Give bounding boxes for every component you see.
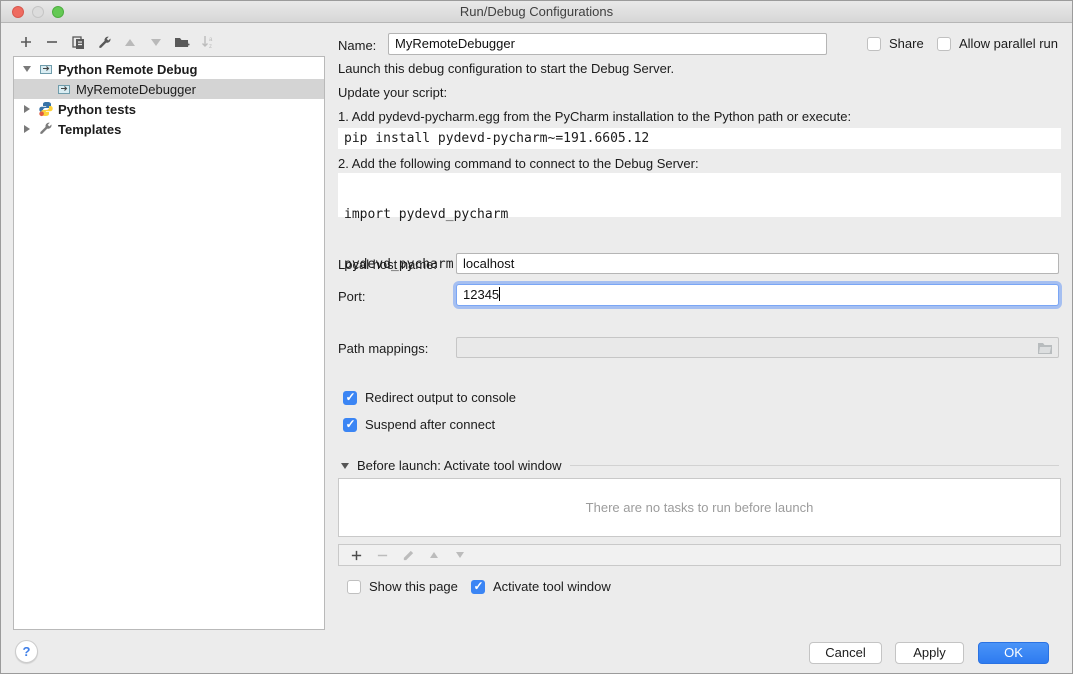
suspend-after-row: Suspend after connect — [343, 417, 495, 432]
chevron-down-icon[interactable] — [341, 463, 349, 469]
before-launch-task-list[interactable]: There are no tasks to run before launch — [338, 478, 1061, 537]
port-value: 12345 — [463, 287, 499, 302]
move-up-icon — [125, 39, 135, 46]
tree-item-label: MyRemoteDebugger — [76, 82, 196, 97]
remove-icon — [45, 35, 59, 49]
share-checkbox-row: Share — [867, 36, 924, 51]
path-mappings-label: Path mappings: — [338, 341, 428, 356]
redirect-output-checkbox[interactable] — [343, 391, 357, 405]
remove-configuration-button[interactable] — [39, 31, 65, 53]
svg-text:z: z — [209, 44, 212, 49]
chevron-down-icon[interactable] — [22, 66, 32, 72]
python-icon — [38, 101, 54, 117]
local-host-name-input[interactable]: localhost — [456, 253, 1059, 274]
configurations-tree: Python Remote Debug MyRemoteDebugger Pyt… — [13, 56, 325, 630]
move-task-up-button — [421, 545, 447, 565]
remote-debug-icon — [38, 61, 54, 77]
apply-button[interactable]: Apply — [895, 642, 964, 664]
add-icon — [350, 549, 363, 562]
move-down-icon — [151, 39, 161, 46]
allow-parallel-run-label: Allow parallel run — [959, 36, 1058, 51]
share-label: Share — [889, 36, 924, 51]
move-down-icon — [456, 552, 464, 558]
cancel-button[interactable]: Cancel — [809, 642, 882, 664]
settrace-code-block: import pydevd_pycharm pydevd_pycharm.set… — [338, 173, 1061, 217]
before-launch-title: Before launch: Activate tool window — [357, 458, 562, 473]
instruction-step-2: 2. Add the following command to connect … — [338, 156, 699, 171]
ok-button[interactable]: OK — [978, 642, 1049, 664]
share-checkbox[interactable] — [867, 37, 881, 51]
remove-icon — [376, 549, 389, 562]
path-mappings-input — [456, 337, 1059, 358]
instruction-line-2: Update your script: — [338, 85, 447, 100]
move-down-button — [143, 31, 169, 53]
add-configuration-button[interactable] — [13, 31, 39, 53]
activate-tool-window-row: Activate tool window — [471, 579, 611, 594]
add-icon — [19, 35, 33, 49]
redirect-output-row: Redirect output to console — [343, 390, 516, 405]
new-folder-icon — [174, 35, 190, 49]
chevron-right-icon[interactable] — [22, 125, 32, 133]
move-task-down-button — [447, 545, 473, 565]
empty-tasks-message: There are no tasks to run before launch — [586, 500, 814, 515]
tree-item-label: Python Remote Debug — [58, 62, 197, 77]
move-up-button — [117, 31, 143, 53]
activate-tool-window-checkbox[interactable] — [471, 580, 485, 594]
suspend-after-checkbox[interactable] — [343, 418, 357, 432]
before-launch-header[interactable]: Before launch: Activate tool window — [341, 458, 1059, 473]
port-input[interactable]: 12345 — [456, 284, 1059, 306]
instruction-step-1: 1. Add pydevd-pycharm.egg from the PyCha… — [338, 109, 851, 124]
sort-alphabetically-icon: az — [201, 35, 215, 49]
local-host-name-label: Local host name: — [338, 257, 437, 272]
help-button[interactable]: ? — [15, 640, 38, 663]
tree-item-label: Templates — [58, 122, 121, 137]
show-this-page-row: Show this page — [347, 579, 458, 594]
redirect-output-label: Redirect output to console — [365, 390, 516, 405]
configuration-form: Name: MyRemoteDebugger Share Allow paral… — [338, 1, 1061, 674]
move-up-icon — [430, 552, 438, 558]
edit-task-button — [395, 545, 421, 565]
show-this-page-label: Show this page — [369, 579, 458, 594]
allow-parallel-run-checkbox[interactable] — [937, 37, 951, 51]
copy-icon — [71, 35, 86, 50]
remove-task-button — [369, 545, 395, 565]
text-caret — [499, 287, 500, 301]
show-this-page-checkbox[interactable] — [347, 580, 361, 594]
before-launch-toolbar — [338, 544, 1061, 566]
new-folder-button[interactable] — [169, 31, 195, 53]
name-label: Name: — [338, 38, 376, 53]
name-input[interactable]: MyRemoteDebugger — [388, 33, 827, 55]
tree-item-python-tests[interactable]: Python tests — [14, 99, 324, 119]
section-divider — [570, 465, 1059, 466]
remote-debug-icon — [56, 81, 72, 97]
tree-item-myremotedebugger[interactable]: MyRemoteDebugger — [14, 79, 324, 99]
wrench-icon — [97, 35, 112, 50]
port-label: Port: — [338, 289, 365, 304]
tree-item-label: Python tests — [58, 102, 136, 117]
copy-configuration-button[interactable] — [65, 31, 91, 53]
browse-folder-icon[interactable] — [1037, 341, 1053, 355]
wrench-icon — [38, 121, 54, 137]
chevron-right-icon[interactable] — [22, 105, 32, 113]
allow-parallel-checkbox-row: Allow parallel run — [937, 36, 1058, 51]
activate-tool-window-label: Activate tool window — [493, 579, 611, 594]
sort-configurations-button: az — [195, 31, 221, 53]
instruction-line-1: Launch this debug configuration to start… — [338, 61, 674, 76]
add-task-button[interactable] — [343, 545, 369, 565]
configurations-toolbar: az — [13, 31, 221, 53]
tree-item-templates[interactable]: Templates — [14, 119, 324, 139]
tree-item-python-remote-debug[interactable]: Python Remote Debug — [14, 59, 324, 79]
settrace-code-line-1: import pydevd_pycharm — [344, 205, 1061, 225]
run-debug-configurations-dialog: Run/Debug Configurations az — [0, 0, 1073, 674]
suspend-after-label: Suspend after connect — [365, 417, 495, 432]
svg-text:a: a — [209, 37, 213, 43]
edit-defaults-button[interactable] — [91, 31, 117, 53]
pip-install-code: pip install pydevd-pycharm~=191.6605.12 — [338, 128, 1061, 149]
edit-pencil-icon — [402, 549, 415, 562]
